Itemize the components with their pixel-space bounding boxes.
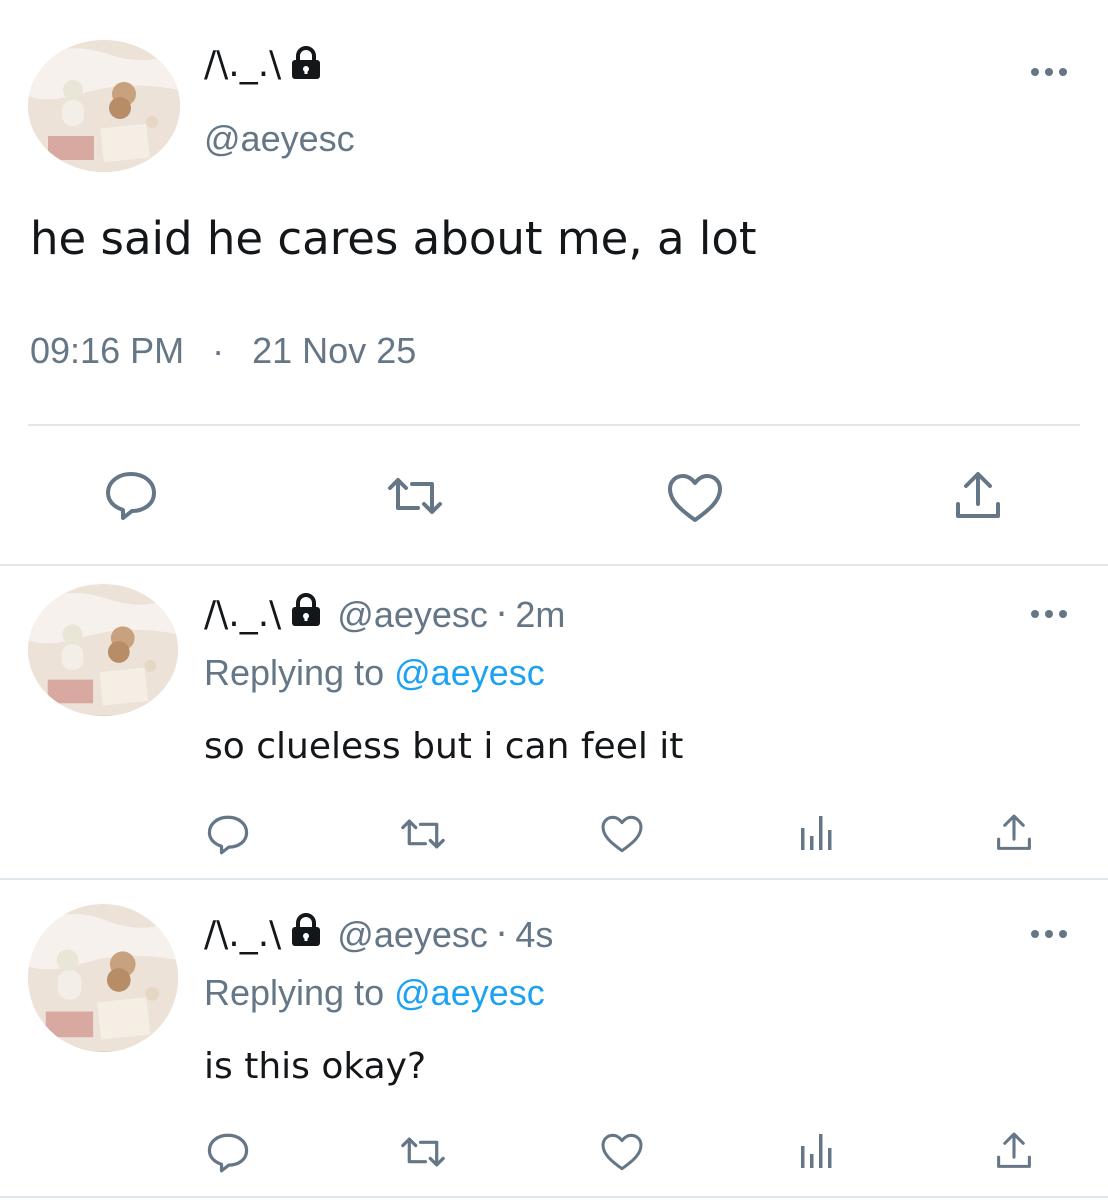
more-options-icon[interactable] xyxy=(1030,66,1068,78)
reply-header: /\._.\ @aeyesc · 4s xyxy=(204,912,553,957)
retweet-icon[interactable] xyxy=(398,1134,448,1170)
tweet-time: 09:16 PM xyxy=(30,330,185,371)
author-handle[interactable]: @aeyesc xyxy=(204,118,355,160)
retweet-icon[interactable] xyxy=(398,816,448,852)
replying-label: Replying to xyxy=(204,972,385,1013)
like-icon[interactable] xyxy=(666,472,724,524)
share-icon[interactable] xyxy=(952,470,1004,522)
retweet-icon[interactable] xyxy=(384,474,446,518)
author-name-row: /\._.\ xyxy=(204,44,323,85)
meta-separator: · xyxy=(495,594,508,635)
share-icon[interactable] xyxy=(994,812,1034,854)
more-options-icon[interactable] xyxy=(1030,928,1068,940)
replying-to: Replying to @aeyesc xyxy=(204,972,545,1014)
lock-icon xyxy=(289,45,323,85)
divider xyxy=(0,564,1108,566)
avatar[interactable] xyxy=(28,40,180,172)
tweet-date: 21 Nov 25 xyxy=(252,330,417,371)
meta-separator: · xyxy=(495,914,508,955)
analytics-icon[interactable] xyxy=(798,1130,834,1170)
divider xyxy=(0,878,1108,880)
replying-handle-link[interactable]: @aeyesc xyxy=(394,652,545,693)
tweet-text: he said he cares about me, a lot xyxy=(30,212,757,265)
author-handle[interactable]: @aeyesc xyxy=(337,594,488,636)
analytics-icon[interactable] xyxy=(798,812,834,852)
display-name: /\._.\ xyxy=(204,914,282,955)
avatar[interactable] xyxy=(28,584,178,716)
tweet-text: so clueless but i can feel it xyxy=(204,726,684,767)
reply-age[interactable]: 4s xyxy=(515,914,553,956)
tweet-meta: 09:16 PM · 21 Nov 25 xyxy=(30,330,416,372)
reply-header: /\._.\ @aeyesc · 2m xyxy=(204,592,565,637)
divider xyxy=(28,424,1080,426)
like-icon[interactable] xyxy=(600,1132,644,1172)
replying-label: Replying to xyxy=(204,652,385,693)
reply-icon[interactable] xyxy=(206,1132,250,1174)
share-icon[interactable] xyxy=(994,1130,1034,1172)
reply-age[interactable]: 2m xyxy=(515,594,565,636)
meta-separator: · xyxy=(212,330,225,371)
reply-icon[interactable] xyxy=(206,814,250,856)
avatar[interactable] xyxy=(28,904,178,1052)
like-icon[interactable] xyxy=(600,814,644,854)
lock-icon xyxy=(289,912,323,957)
author-handle[interactable]: @aeyesc xyxy=(337,914,488,956)
reply-icon[interactable] xyxy=(104,470,158,522)
display-name: /\._.\ xyxy=(204,44,282,85)
display-name: /\._.\ xyxy=(204,594,282,635)
replying-to: Replying to @aeyesc xyxy=(204,652,545,694)
lock-icon xyxy=(289,592,323,637)
more-options-icon[interactable] xyxy=(1030,608,1068,620)
tweet-text: is this okay? xyxy=(204,1046,427,1087)
divider xyxy=(0,1196,1108,1198)
replying-handle-link[interactable]: @aeyesc xyxy=(394,972,545,1013)
